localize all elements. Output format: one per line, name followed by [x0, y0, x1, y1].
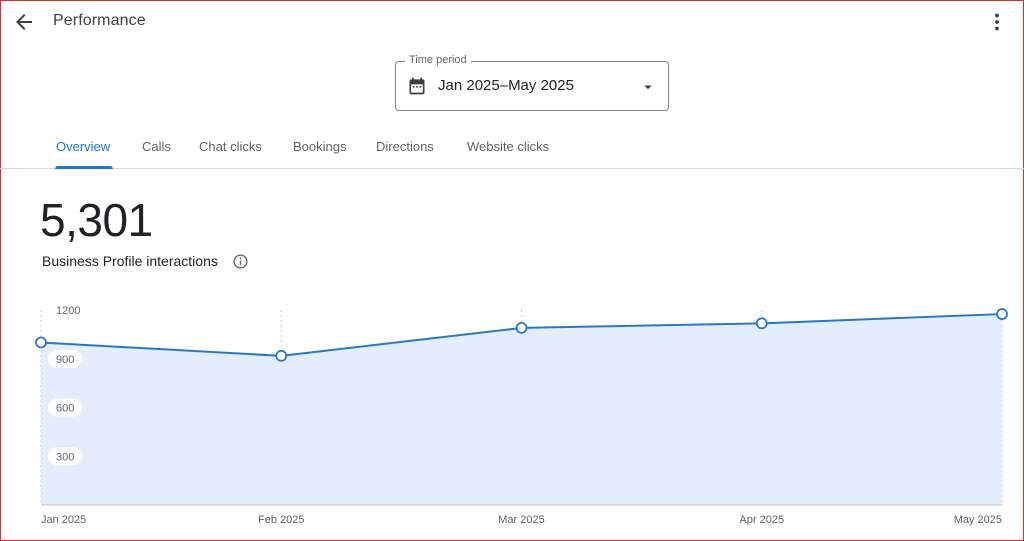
tab-calls[interactable]: Calls: [142, 139, 171, 154]
tab-overview[interactable]: Overview: [56, 139, 110, 154]
metric-label: Business Profile interactions: [42, 253, 218, 269]
y-tick-label: 300: [56, 451, 74, 463]
data-point[interactable]: [996, 308, 1008, 320]
tab-directions[interactable]: Directions: [376, 139, 434, 154]
x-axis-ticks: Jan 2025 Feb 2025 Mar 2025 Apr 2025 May 2025: [41, 514, 1002, 526]
active-tab-indicator: [55, 166, 113, 169]
tab-website-clicks[interactable]: Website clicks: [467, 139, 549, 154]
y-tick-label: 900: [56, 354, 74, 366]
series-area: [41, 314, 1002, 505]
info-icon[interactable]: [232, 253, 249, 270]
tab-chat-clicks[interactable]: Chat clicks: [199, 139, 262, 154]
page-title: Performance: [53, 12, 146, 29]
calendar-icon: [409, 77, 425, 95]
data-point[interactable]: [35, 336, 47, 349]
data-point[interactable]: [755, 317, 768, 330]
more-vert-icon[interactable]: [985, 10, 1009, 34]
time-period-value: Jan 2025–May 2025: [438, 77, 574, 94]
y-tick-label: 1200: [56, 305, 80, 317]
x-tick-label: Apr 2025: [739, 514, 784, 526]
y-tick-label: 600: [56, 403, 74, 415]
tab-bookings[interactable]: Bookings: [293, 139, 346, 154]
tab-bar: Overview Calls Chat clicks Bookings Dire…: [0, 130, 1024, 169]
x-tick-label: Jan 2025: [41, 514, 86, 526]
interactions-chart: 300 600 900 1200 Jan 2025 Feb 2025 Mar 2025 Ap…: [35, 305, 1008, 526]
x-tick-label: May 2025: [954, 514, 1002, 526]
data-point[interactable]: [515, 321, 528, 334]
top-bar: Performance: [0, 0, 1024, 44]
x-tick-label: Feb 2025: [258, 514, 304, 526]
data-point[interactable]: [275, 349, 288, 362]
arrow-back-icon[interactable]: [12, 10, 36, 34]
dropdown-caret-icon: [644, 85, 652, 90]
time-period-label: Time period: [405, 54, 471, 66]
total-interactions-value: 5,301: [40, 194, 153, 246]
x-tick-label: Mar 2025: [498, 514, 544, 526]
time-period-select[interactable]: Time period Jan 2025–May 2025: [395, 54, 669, 111]
